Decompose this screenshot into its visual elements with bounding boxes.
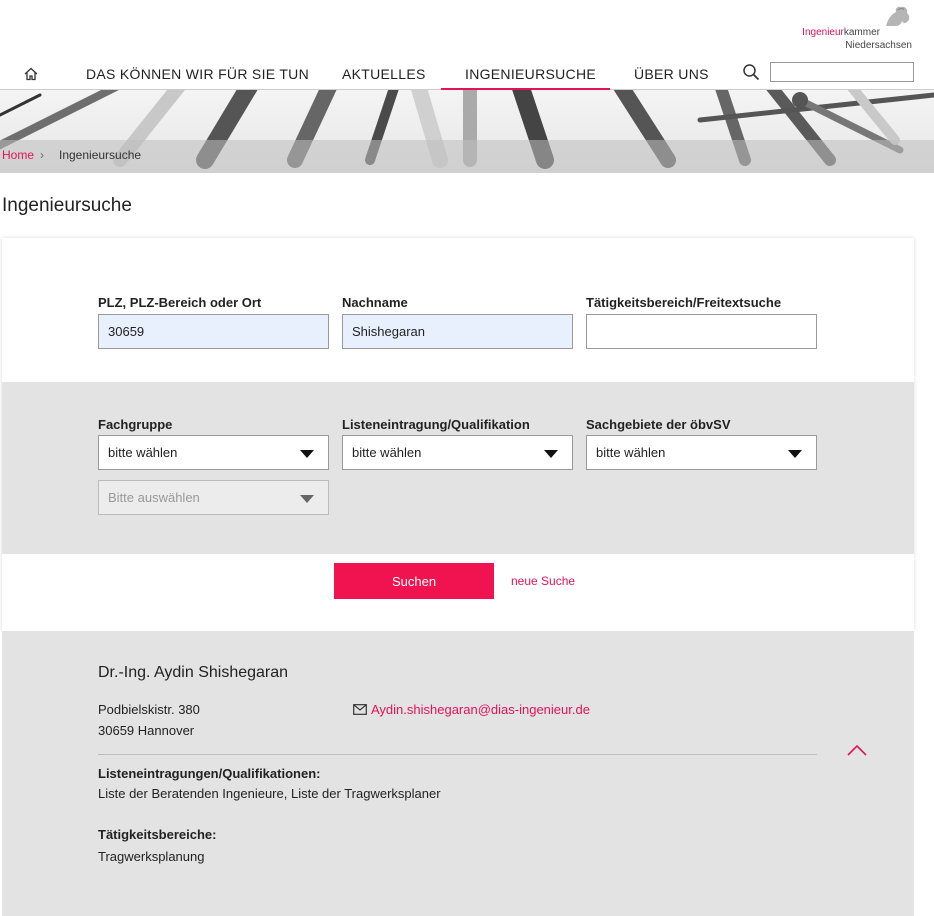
fachgruppe-select-value: bitte wählen: [108, 445, 178, 460]
breadcrumb-separator-icon: ›: [40, 148, 44, 162]
listeneintragung-select[interactable]: bitte wählen: [342, 435, 573, 470]
home-icon[interactable]: [22, 65, 40, 83]
site-search-input[interactable]: [770, 62, 914, 82]
result-divider: [98, 754, 817, 755]
page-title: Ingenieursuche: [2, 195, 132, 216]
breadcrumb-home[interactable]: Home: [2, 148, 34, 162]
fachgruppe-sub-select-value: Bitte auswählen: [108, 490, 200, 505]
nav-item-aktuelles[interactable]: AKTUELLES: [342, 66, 426, 82]
search-form: PLZ, PLZ-Bereich oder Ort 30659 Nachname…: [2, 238, 914, 631]
listeneintragung-label: Listeneintragung/Qualifikation: [342, 417, 530, 432]
header-banner: Home › Ingenieursuche: [0, 90, 934, 173]
chevron-down-icon: [300, 495, 314, 503]
result-name: Dr.-Ing. Aydin Shishegaran: [98, 664, 289, 681]
sachgebiete-select[interactable]: bitte wählen: [586, 435, 817, 470]
nachname-label: Nachname: [342, 295, 408, 310]
result-card: Dr.-Ing. Aydin Shishegaran Podbielskistr…: [2, 631, 914, 916]
nav-item-leistungen[interactable]: DAS KÖNNEN WIR FÜR SIE TUN: [86, 66, 309, 82]
logo[interactable]: Ingenieurkammer Niedersachsen: [802, 6, 912, 52]
qualifications-text: Liste der Beratenden Ingenieure, Liste d…: [98, 786, 441, 801]
search-icon[interactable]: [742, 63, 760, 81]
chevron-down-icon: [300, 450, 314, 458]
search-button[interactable]: Suchen: [334, 563, 494, 599]
logo-subtext: Niedersachsen: [845, 40, 912, 51]
freitext-input[interactable]: [586, 314, 817, 349]
logo-text: Ingenieurkammer: [802, 26, 880, 39]
new-search-link[interactable]: neue Suche: [511, 574, 575, 588]
activity-text: Tragwerksplanung: [98, 849, 205, 864]
nav-item-ingenieursuche[interactable]: INGENIEURSUCHE: [465, 66, 596, 82]
activity-heading: Tätigkeitsbereiche:: [98, 827, 217, 842]
chevron-down-icon: [788, 450, 802, 458]
fachgruppe-label: Fachgruppe: [98, 417, 173, 432]
envelope-icon: [353, 704, 367, 715]
logo-text-pink: Ingenieur: [802, 27, 844, 38]
horse-logo-icon: [886, 6, 910, 26]
result-email-link[interactable]: Aydin.shishegaran@dias-ingenieur.de: [353, 702, 590, 717]
nachname-input[interactable]: Shishegaran: [342, 314, 573, 349]
qualifications-heading: Listeneintragungen/Qualifikationen:: [98, 766, 321, 781]
breadcrumb-current: Ingenieursuche: [59, 148, 142, 162]
fachgruppe-select[interactable]: bitte wählen: [98, 435, 329, 470]
nav-item-ueber-uns[interactable]: ÜBER UNS: [634, 66, 709, 82]
result-email: Aydin.shishegaran@dias-ingenieur.de: [371, 702, 590, 717]
result-street: Podbielskistr. 380: [98, 702, 200, 717]
listeneintragung-select-value: bitte wählen: [352, 445, 422, 460]
main-nav: DAS KÖNNEN WIR FÜR SIE TUN AKTUELLES ING…: [0, 60, 934, 90]
chevron-up-icon[interactable]: [847, 744, 867, 756]
chevron-down-icon: [544, 450, 558, 458]
plz-input[interactable]: 30659: [98, 314, 329, 349]
result-city: 30659 Hannover: [98, 723, 195, 738]
sachgebiete-label: Sachgebiete der öbvSV: [586, 417, 731, 432]
sachgebiete-select-value: bitte wählen: [596, 445, 666, 460]
plz-label: PLZ, PLZ-Bereich oder Ort: [98, 295, 262, 310]
freitext-label: Tätigkeitsbereich/Freitextsuche: [586, 295, 782, 310]
fachgruppe-sub-select: Bitte auswählen: [98, 480, 329, 515]
logo-text-grey: kammer: [843, 27, 880, 38]
